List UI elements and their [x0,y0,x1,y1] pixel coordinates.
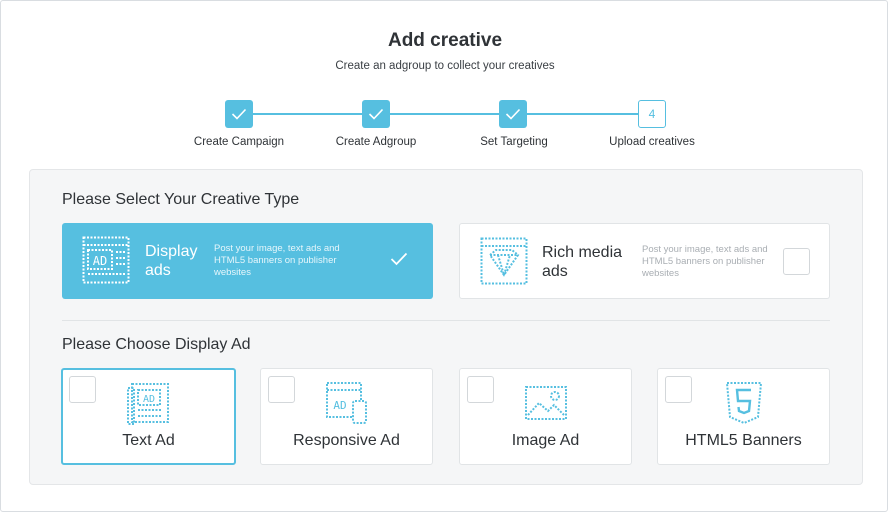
rich-media-icon [480,237,528,285]
html5-banners-option[interactable]: HTML5 Banners [657,368,830,465]
rich-media-ads-description: Post your image, text ads and HTML5 bann… [642,244,768,279]
step-label: Create Adgroup [335,136,417,148]
step-label: Create Campaign [193,136,285,148]
responsive-ad-label: Responsive Ad [293,432,400,449]
text-ad-option[interactable]: AD Text Ad [61,368,236,465]
step-label: Upload creatives [609,136,695,148]
rich-media-checkbox[interactable] [783,248,810,275]
responsive-ad-option[interactable]: AD Responsive Ad [260,368,433,465]
step-connector [253,113,363,115]
rich-media-ads-name: Rich media ads [542,244,623,280]
step-4-current[interactable]: 4 [638,100,666,128]
check-icon [505,108,521,120]
check-icon [231,108,247,120]
page-subtitle: Create an adgroup to collect your creati… [335,60,555,72]
html5-icon [725,382,763,425]
check-icon [390,252,408,266]
responsive-ad-checkbox[interactable] [268,376,295,403]
svg-text:AD: AD [93,254,107,268]
text-ad-checkbox[interactable] [69,376,96,403]
step-connector [527,113,638,115]
section-divider [62,320,830,321]
step-2-done[interactable] [362,100,390,128]
svg-text:AD: AD [143,394,155,405]
rich-media-ads-option[interactable]: Rich media ads Post your image, text ads… [459,223,830,299]
image-ad-icon [525,386,567,420]
text-ad-label: Text Ad [122,432,175,449]
step-connector [390,113,500,115]
svg-text:AD: AD [333,399,346,412]
page-title: Add creative [387,30,503,51]
image-ad-checkbox[interactable] [467,376,494,403]
image-ad-option[interactable]: Image Ad [459,368,632,465]
step-3-done[interactable] [499,100,527,128]
display-ad-heading: Please Choose Display Ad [62,336,251,353]
display-ads-description: Post your image, text ads and HTML5 bann… [214,243,340,278]
creative-type-heading: Please Select Your Creative Type [62,191,300,208]
display-ads-name: Display ads [145,243,198,279]
image-ad-label: Image Ad [511,432,580,449]
html5-banners-checkbox[interactable] [665,376,692,403]
progress-stepper: 4 Create Campaign Create Adgroup Set Tar… [1,100,888,160]
html5-banners-label: HTML5 Banners [685,432,802,449]
add-creative-window: Add creative Create an adgroup to collec… [0,0,888,512]
display-ad-icon: AD [82,236,130,284]
step-label: Set Targeting [480,136,548,148]
responsive-ad-icon: AD [326,382,367,424]
display-ads-option[interactable]: AD Display ads Post your image, text ads… [62,223,433,299]
text-ad-icon: AD [127,383,169,425]
step-1-done[interactable] [225,100,253,128]
check-icon [368,108,384,120]
